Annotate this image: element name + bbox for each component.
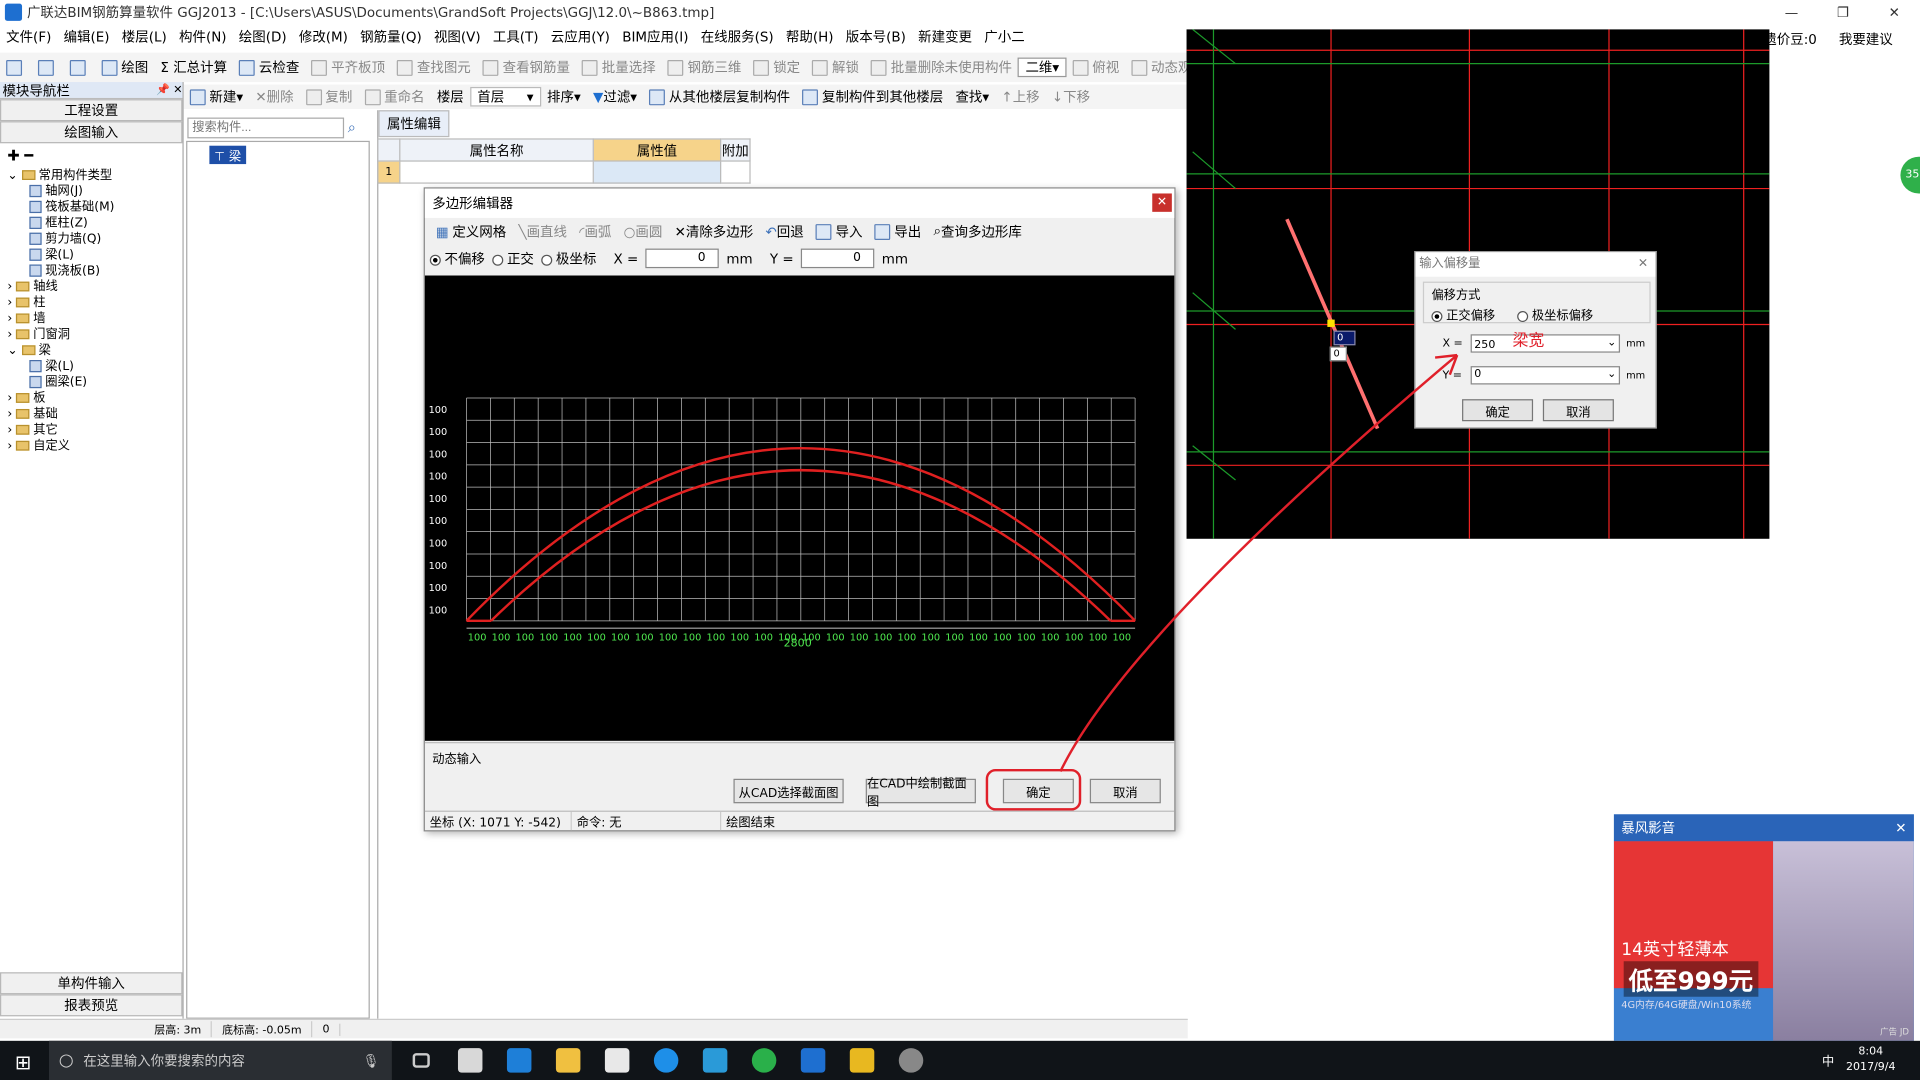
ad-line3: 4G内存/64G硬盘/Win10系统 xyxy=(1621,999,1752,1011)
ad-image-right xyxy=(1773,841,1914,1041)
ad-line1: 14英寸轻薄本 xyxy=(1621,940,1729,961)
edge-icon[interactable] xyxy=(500,1041,539,1080)
ad-line2: 低至999元 xyxy=(1623,961,1759,997)
app-icon-2[interactable] xyxy=(696,1041,735,1080)
status-bar: 层高: 3m 底标高: -0.05m 0 xyxy=(0,1018,1188,1039)
ime-indicator[interactable]: 中 xyxy=(1822,1051,1834,1069)
clock[interactable]: 8:04 2017/9/4 xyxy=(1846,1044,1895,1076)
explorer-icon[interactable] xyxy=(549,1041,588,1080)
ad-close-icon[interactable]: ✕ xyxy=(1895,820,1914,836)
taskbar-search-placeholder: 在这里输入你要搜索的内容 xyxy=(83,1053,245,1069)
browser-icon[interactable] xyxy=(647,1041,686,1080)
ad-brand: 暴风影音 xyxy=(1621,820,1676,837)
wechat-icon[interactable] xyxy=(744,1041,783,1080)
windows-start-icon[interactable]: ⊞ xyxy=(15,1051,31,1074)
base-elevation: 底标高: -0.05m xyxy=(212,1021,313,1038)
microphone-icon[interactable]: 🎙 xyxy=(362,1052,379,1068)
floor-height: 层高: 3m xyxy=(144,1021,213,1038)
clock-time: 8:04 xyxy=(1858,1045,1884,1058)
app-icon-3[interactable] xyxy=(793,1041,832,1080)
ad-popup[interactable]: 暴风影音 ✕ 14英寸轻薄本 低至999元 4G内存/64G硬盘/Win10系统 … xyxy=(1613,814,1914,1041)
store-icon[interactable] xyxy=(598,1041,637,1080)
clock-date: 2017/9/4 xyxy=(1846,1061,1896,1074)
app-icon-4[interactable] xyxy=(842,1041,881,1080)
app-icon-5[interactable] xyxy=(891,1041,930,1080)
windows-taskbar: ⊞ ○ 在这里输入你要搜索的内容 🎙 中 8:04 2017/9/4 xyxy=(0,1040,1920,1080)
ad-footer: 广告 JD xyxy=(1879,1027,1909,1038)
task-view-icon[interactable] xyxy=(402,1041,441,1080)
ad-header: 暴风影音 ✕ xyxy=(1613,814,1914,842)
taskbar-search[interactable]: ○ 在这里输入你要搜索的内容 🎙 xyxy=(48,1040,392,1080)
app-icon-1[interactable] xyxy=(451,1041,490,1080)
cortana-icon: ○ xyxy=(58,1050,74,1071)
status-value: 0 xyxy=(313,1023,341,1036)
